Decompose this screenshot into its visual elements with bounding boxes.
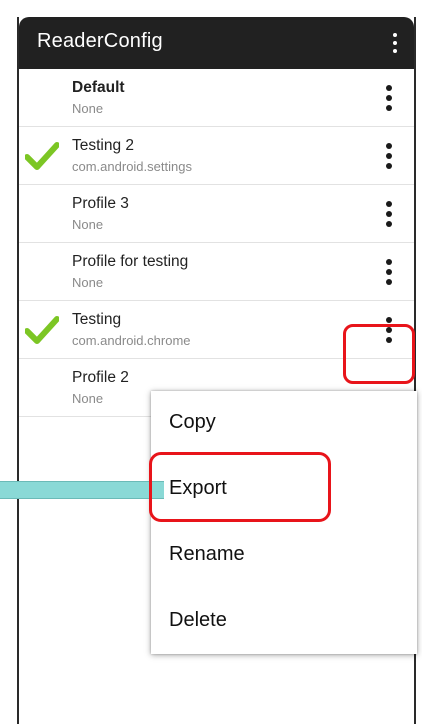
app-bar: ReaderConfig [19,17,414,69]
app-title: ReaderConfig [37,30,163,52]
profile-package: com.android.chrome [72,333,191,348]
pointer-arrow [0,481,164,499]
profile-package: None [72,275,104,290]
menu-item-copy[interactable]: Copy [151,391,417,457]
profile-more-icon[interactable] [382,143,396,169]
menu-item-label: Rename [169,543,245,565]
profile-more-icon[interactable] [382,85,396,111]
profile-context-menu: Copy Export Rename Delete [151,391,417,654]
menu-item-label: Copy [169,411,216,433]
overflow-menu-icon[interactable] [388,31,402,55]
menu-item-delete[interactable]: Delete [151,589,417,655]
menu-item-rename[interactable]: Rename [151,523,417,589]
profile-package: None [72,101,104,116]
profile-more-icon[interactable] [382,201,396,227]
profile-row-profile-for-testing[interactable]: Profile for testing None [19,243,414,301]
profile-row-profile-3[interactable]: Profile 3 None [19,185,414,243]
profile-package: None [72,391,104,406]
checkmark-icon [25,142,59,170]
profile-name: Testing [72,311,122,328]
more-button-highlight [343,324,415,384]
profile-name: Profile 2 [72,369,129,386]
profile-row-default[interactable]: Default None [19,69,414,127]
menu-item-label: Delete [169,609,227,631]
profile-name: Testing 2 [72,137,135,154]
profile-name: Default [72,79,125,96]
profile-package: com.android.settings [72,159,192,174]
export-highlight [149,452,331,522]
checkmark-icon [25,316,59,344]
profile-more-icon[interactable] [382,259,396,285]
profile-package: None [72,217,104,232]
profile-name: Profile 3 [72,195,129,212]
profile-name: Profile for testing [72,253,189,270]
profile-row-testing-2[interactable]: Testing 2 com.android.settings [19,127,414,185]
